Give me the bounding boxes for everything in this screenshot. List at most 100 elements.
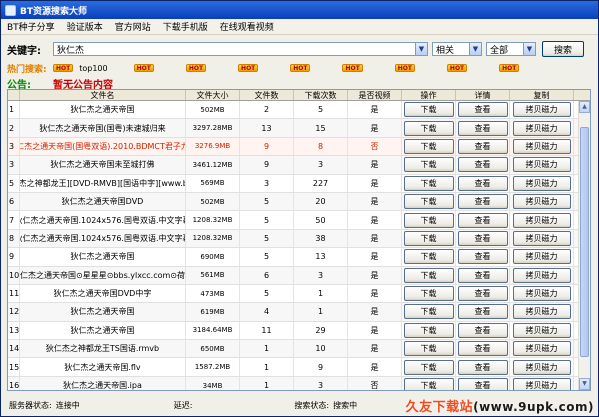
- download-button[interactable]: 下载: [403, 249, 454, 265]
- copy-magnet-button[interactable]: 拷贝磁力: [512, 194, 571, 210]
- table-row[interactable]: 14 狄仁杰之神都龙王TS国语.rmvb 650MB 1 10 是下载 查看 拷贝磁力: [8, 340, 590, 359]
- view-button[interactable]: 查看: [457, 286, 508, 302]
- col-index-header[interactable]: [8, 90, 20, 100]
- copy-magnet-button[interactable]: 拷贝磁力: [512, 322, 571, 338]
- copy-magnet-button[interactable]: 拷贝磁力: [512, 341, 571, 357]
- download-button[interactable]: 下载: [403, 212, 454, 228]
- hot-item[interactable]: HOT: [394, 64, 421, 72]
- view-button[interactable]: 查看: [457, 157, 508, 173]
- table-row[interactable]: 3 狄仁杰之通天帝国未至城打佛 3461.12MB 9 3 是下载 查看 拷贝磁力: [8, 156, 590, 175]
- download-button[interactable]: 下载: [403, 341, 454, 357]
- table-row[interactable]: 7 狄仁杰之通天帝国.1024x576.国粤双语.中文字幕 1208.32MB 5 50…: [8, 211, 590, 230]
- col-size-header[interactable]: 文件大小: [186, 90, 240, 100]
- view-button[interactable]: 查看: [457, 102, 508, 118]
- copy-magnet-button[interactable]: 拷贝磁力: [512, 102, 571, 118]
- download-button[interactable]: 下载: [403, 157, 454, 173]
- table-row[interactable]: 15 狄仁杰之通天帝国.flv 1587.2MB 1 9 是下载 查看 拷贝磁力: [8, 358, 590, 377]
- menu-item-mobile[interactable]: 下载手机版: [157, 20, 214, 33]
- mode-select[interactable]: 相关 ▼: [432, 42, 482, 56]
- table-row[interactable]: 8 狄仁杰之通天帝国.1024x576.国粤双语.中文字幕 1208.32MB 5 38…: [8, 229, 590, 249]
- col-action-header[interactable]: 操作: [402, 90, 456, 100]
- hot-item[interactable]: HOT: [238, 64, 264, 72]
- col-detail-header[interactable]: 详情: [456, 90, 510, 100]
- view-button[interactable]: 查看: [457, 267, 508, 283]
- download-button[interactable]: 下载: [403, 194, 454, 210]
- chevron-down-icon[interactable]: ▼: [415, 43, 427, 55]
- table-row[interactable]: 9 狄仁杰之通天帝国 690MB 5 13 是下载 查看 拷贝磁力: [8, 248, 590, 267]
- row-index: 8: [8, 229, 20, 248]
- copy-magnet-button[interactable]: 拷贝磁力: [512, 157, 571, 173]
- table-row[interactable]: 13 狄仁杰之通天帝国 3184.64MB 11 29 是下载 查看 拷贝磁力: [8, 321, 590, 341]
- col-files-header[interactable]: 文件数: [240, 90, 294, 100]
- download-button[interactable]: 下载: [403, 230, 454, 246]
- view-button[interactable]: 查看: [457, 120, 508, 136]
- table-row[interactable]: 16 狄仁杰之通天帝国.ipa 34MB 1 3 否下载 查看 拷贝磁力: [8, 376, 590, 390]
- copy-magnet-button[interactable]: 拷贝磁力: [512, 249, 571, 265]
- hot-item[interactable]: HOT: [342, 64, 368, 72]
- table-row[interactable]: 11 狄仁杰之通天帝国DVD中字 473MB 5 1 是下载 查看 拷贝磁力: [8, 284, 590, 304]
- copy-magnet-button[interactable]: 拷贝磁力: [512, 230, 571, 246]
- view-button[interactable]: 查看: [457, 378, 508, 390]
- table-row[interactable]: 5狄仁杰之神都龙王][DVD-RMVB][国语中字][www.bluei569M…: [8, 174, 590, 193]
- col-copy-header[interactable]: 复制: [510, 90, 574, 100]
- col-video-header[interactable]: 是否视频: [348, 90, 402, 100]
- download-button[interactable]: 下载: [403, 378, 454, 390]
- view-button[interactable]: 查看: [457, 359, 508, 375]
- download-button[interactable]: 下载: [403, 304, 454, 320]
- search-button[interactable]: 搜索: [542, 41, 584, 57]
- download-button[interactable]: 下载: [403, 120, 454, 136]
- view-button[interactable]: 查看: [457, 175, 508, 191]
- menu-item-video[interactable]: 在线观看视频: [214, 20, 280, 33]
- download-button[interactable]: 下载: [403, 138, 454, 154]
- download-button[interactable]: 下载: [403, 286, 454, 302]
- copy-magnet-button[interactable]: 拷贝磁力: [512, 286, 571, 302]
- menu-item-share[interactable]: BT种子分享: [1, 20, 61, 33]
- hot-item[interactable]: HOT: [499, 64, 525, 72]
- menu-item-verify[interactable]: 验证版本: [61, 20, 109, 33]
- download-button[interactable]: 下载: [403, 175, 454, 191]
- copy-magnet-button[interactable]: 拷贝磁力: [512, 212, 571, 228]
- keyword-input[interactable]: 狄仁杰 ▼: [53, 42, 428, 56]
- table-row[interactable]: 10 狄仁杰之通天帝国⊙星星星⊙bbs.ylxcc.com⊙荷菜 561MB 6 3 是下…: [8, 266, 590, 285]
- hot-item[interactable]: HOT: [133, 64, 160, 72]
- table-row[interactable]: 1 狄仁杰之通天帝国 502MB 2 5 是下载 查看 拷贝磁力: [8, 101, 590, 120]
- view-button[interactable]: 查看: [457, 194, 508, 210]
- table-row[interactable]: 3 仁杰之通天帝国(国粤双语).2010.BDMCT君子九 3276.9MB 9 8 否下…: [8, 137, 590, 157]
- scroll-thumb[interactable]: [580, 127, 589, 357]
- copy-magnet-button[interactable]: 拷贝磁力: [512, 120, 571, 136]
- scroll-up-icon[interactable]: ▲: [579, 101, 590, 113]
- scroll-down-icon[interactable]: ▼: [579, 378, 590, 390]
- copy-magnet-button[interactable]: 拷贝磁力: [512, 304, 571, 320]
- menu-item-website[interactable]: 官方网站: [109, 20, 157, 33]
- copy-magnet-button[interactable]: 拷贝磁力: [512, 267, 571, 283]
- row-detail-cell: 查看: [456, 284, 510, 303]
- hot-item[interactable]: HOT: [446, 64, 473, 72]
- view-button[interactable]: 查看: [457, 322, 508, 338]
- view-button[interactable]: 查看: [457, 212, 508, 228]
- view-button[interactable]: 查看: [457, 341, 508, 357]
- view-button[interactable]: 查看: [457, 249, 508, 265]
- copy-magnet-button[interactable]: 拷贝磁力: [512, 359, 571, 375]
- copy-magnet-button[interactable]: 拷贝磁力: [512, 378, 571, 390]
- view-button[interactable]: 查看: [457, 138, 508, 154]
- col-downloads-header[interactable]: 下载次数: [294, 90, 348, 100]
- table-row[interactable]: 2 狄仁杰之通天帝国(国粤)未速城归来 3297.28MB 13 15 是下载 查看 拷贝磁力: [8, 119, 590, 138]
- col-name-header[interactable]: 文件名: [20, 90, 186, 100]
- table-row[interactable]: 12 狄仁杰之通天帝国 619MB 4 1 是下载 查看 拷贝磁力: [8, 303, 590, 322]
- chevron-down-icon[interactable]: ▼: [469, 43, 481, 55]
- copy-magnet-button[interactable]: 拷贝磁力: [512, 138, 571, 154]
- hot-item[interactable]: HOT: [290, 64, 316, 72]
- copy-magnet-button[interactable]: 拷贝磁力: [512, 175, 571, 191]
- hot-item[interactable]: HOT top100: [53, 64, 108, 73]
- download-button[interactable]: 下载: [403, 267, 454, 283]
- vertical-scrollbar[interactable]: ▲ ▼: [578, 101, 590, 390]
- download-button[interactable]: 下载: [403, 322, 454, 338]
- view-button[interactable]: 查看: [457, 304, 508, 320]
- download-button[interactable]: 下载: [403, 102, 454, 118]
- download-button[interactable]: 下载: [403, 359, 454, 375]
- chevron-down-icon[interactable]: ▼: [523, 43, 535, 55]
- category-select[interactable]: 全部 ▼: [486, 42, 536, 56]
- table-row[interactable]: 6 狄仁杰之通天帝国DVD 502MB 5 20 是下载 查看 拷贝磁力: [8, 192, 590, 212]
- hot-item[interactable]: HOT: [185, 64, 212, 72]
- view-button[interactable]: 查看: [457, 230, 508, 246]
